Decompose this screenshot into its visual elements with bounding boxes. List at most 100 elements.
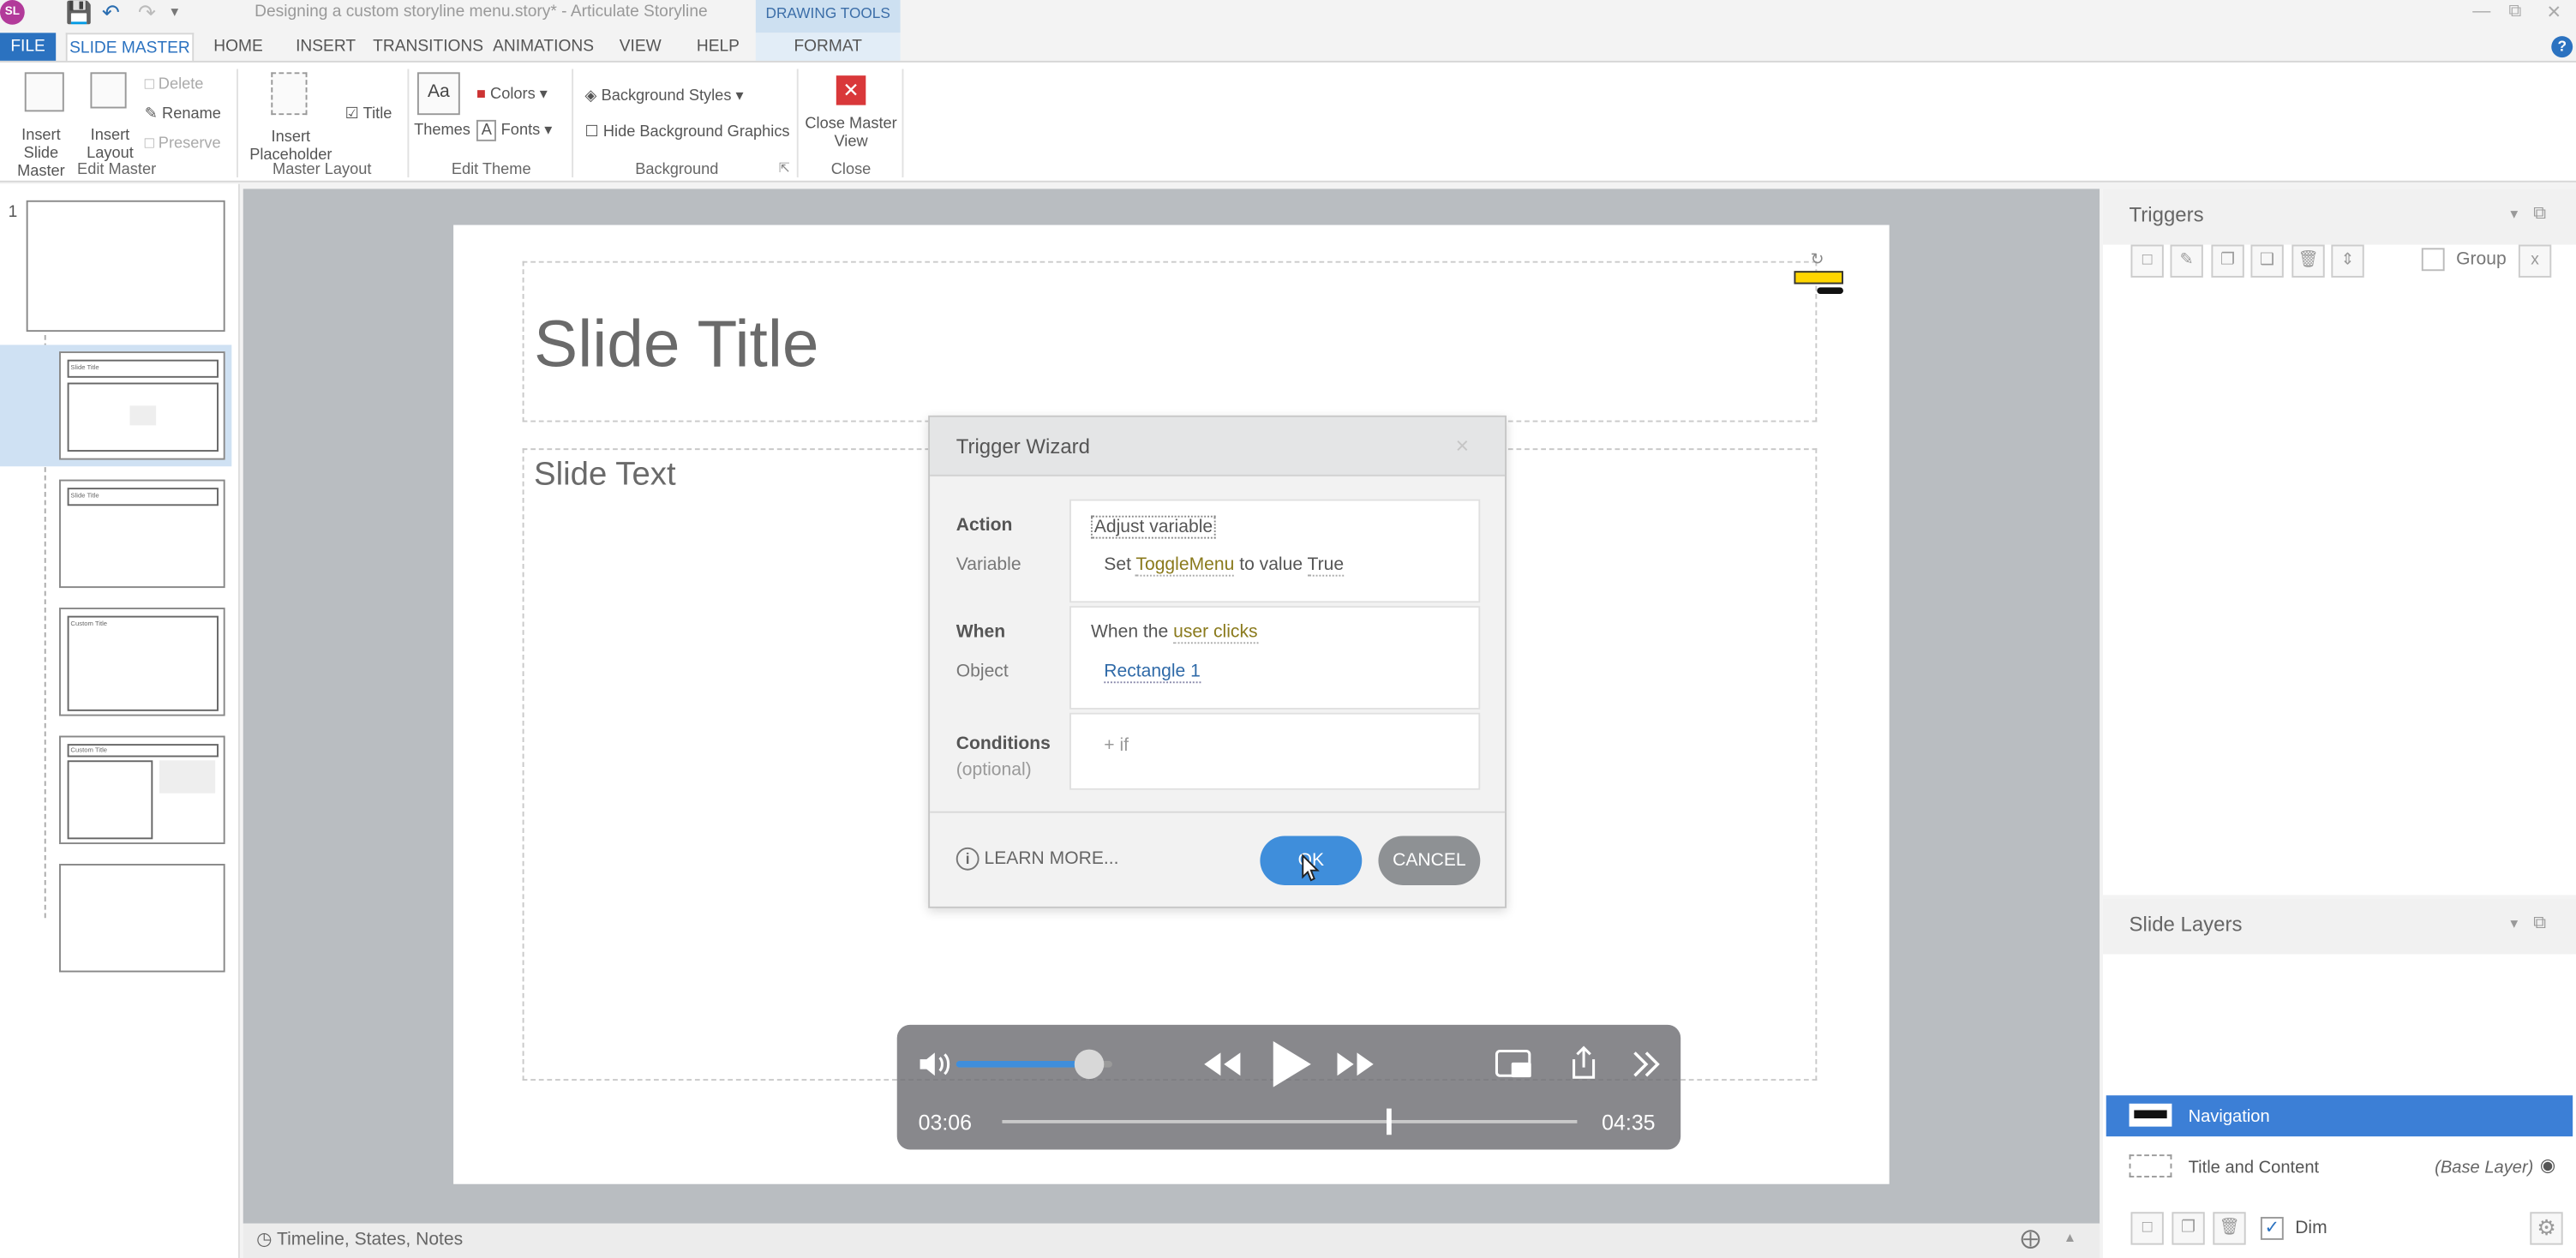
close-window-icon[interactable]: ✕ (2547, 2, 2562, 23)
delete-layer-icon[interactable]: 🗑 (2213, 1212, 2246, 1245)
undo-icon[interactable]: ↶ (102, 0, 120, 27)
restore-icon[interactable]: ⧉ (2508, 2, 2521, 23)
paste-trigger-icon[interactable]: ❑ (2250, 244, 2284, 278)
tab-format[interactable]: FORMAT (755, 33, 901, 63)
trigger-wizard-dialog: Trigger Wizard × Action Variable Adjust … (928, 415, 1507, 908)
master-thumbnail[interactable] (26, 200, 225, 332)
delete-button[interactable]: □ Delete (145, 75, 204, 95)
ribbon-divider (902, 69, 904, 177)
layout-thumbnail-title-content[interactable]: Slide Title (59, 351, 225, 460)
share-icon[interactable] (1567, 1045, 1600, 1081)
object-link[interactable]: Rectangle 1 (1104, 662, 1201, 684)
slide-title[interactable]: Slide Title (534, 309, 818, 382)
dialog-launcher-icon[interactable]: ⇱ (779, 161, 790, 176)
layer-row-navigation[interactable]: Navigation (2106, 1095, 2573, 1137)
layer-row-base[interactable]: Title and Content (Base Layer) ◉ (2106, 1147, 2573, 1188)
mouse-cursor-icon (1302, 854, 1320, 882)
thumb-title-box: Slide Title (67, 488, 219, 506)
learn-more-link[interactable]: i LEARN MORE... (956, 847, 1118, 871)
themes-button[interactable]: Aa Themes (414, 72, 470, 140)
rectangle-1-selection[interactable]: ↻ (1794, 251, 1843, 295)
tab-home[interactable]: HOME (213, 33, 263, 62)
tab-slide-master[interactable]: SLIDE MASTER (65, 33, 195, 63)
volume-knob[interactable] (1074, 1049, 1104, 1080)
action-select[interactable]: Adjust variable (1090, 515, 1216, 539)
play-icon[interactable] (1268, 1038, 1315, 1090)
add-condition-link[interactable]: + if (1104, 736, 1129, 756)
fast-forward-icon[interactable] (1334, 1048, 1377, 1081)
fit-to-window-icon[interactable]: ⨁ (2021, 1227, 2040, 1250)
duplicate-layer-icon[interactable]: ❐ (2172, 1212, 2205, 1245)
dialog-footer-divider (930, 811, 1506, 813)
new-layer-icon[interactable]: □ (2130, 1212, 2164, 1245)
fonts-button[interactable]: A Fonts ▾ (476, 119, 552, 141)
edit-trigger-icon[interactable]: ✎ (2170, 244, 2203, 278)
tab-animations[interactable]: ANIMATIONS (493, 33, 594, 62)
drawing-tools-header: DRAWING TOOLS (755, 0, 901, 33)
insert-layout-button[interactable]: Insert Layout (87, 72, 135, 163)
panel-float-icon[interactable]: ⧉ (2533, 914, 2546, 935)
layers-title: Slide Layers (2129, 913, 2243, 937)
more-chevrons-icon[interactable] (1630, 1050, 1662, 1079)
group-label-close: Close (830, 160, 872, 179)
volume-slider[interactable] (956, 1049, 1112, 1080)
customize-quick-access-icon[interactable]: ▾ (171, 0, 178, 27)
panel-menu-icon[interactable]: ▾ (2510, 206, 2518, 224)
redo-icon[interactable]: ↷ (138, 0, 156, 27)
save-icon[interactable]: 💾 (66, 0, 93, 27)
variable-name-link[interactable]: ToggleMenu (1135, 554, 1234, 577)
preserve-button[interactable]: □ Preserve (145, 135, 221, 154)
picture-in-picture-icon[interactable] (1495, 1048, 1535, 1081)
tab-file[interactable]: FILE (0, 33, 57, 63)
tab-insert[interactable]: INSERT (296, 33, 356, 62)
move-trigger-icon[interactable]: ⇕ (2331, 244, 2364, 278)
timeline-toggle[interactable]: ◷ Timeline, States, Notes (256, 1228, 463, 1249)
when-event-link[interactable]: user clicks (1173, 622, 1258, 644)
layout-thumbnail-custom[interactable]: Custom Title (59, 608, 225, 716)
timeline-icon: ◷ (256, 1230, 273, 1250)
tab-transitions[interactable]: TRANSITIONS (373, 33, 483, 62)
help-icon[interactable]: ? (2551, 36, 2573, 58)
variable-value-link[interactable]: True (1307, 554, 1344, 577)
copy-trigger-icon[interactable]: ❐ (2211, 244, 2244, 278)
hide-background-graphics-checkbox[interactable]: ☐ Hide Background Graphics (584, 123, 789, 143)
rename-button[interactable]: ✎ Rename (145, 105, 221, 125)
tab-view[interactable]: VIEW (620, 33, 662, 62)
rotate-handle-icon[interactable]: ↻ (1811, 251, 1824, 269)
volume-icon[interactable] (917, 1048, 953, 1081)
rewind-icon[interactable] (1201, 1048, 1243, 1081)
panel-float-icon[interactable]: ⧉ (2533, 204, 2546, 225)
fonts-icon: A (476, 119, 497, 141)
group-checkbox[interactable] (2421, 248, 2445, 272)
layer-settings-gear-icon[interactable]: ⚙ (2530, 1212, 2563, 1245)
group-label-edit-theme: Edit Theme (451, 160, 531, 179)
layers-header: Slide Layers ▾ ⧉ (2102, 898, 2576, 955)
colors-button[interactable]: ■ Colors ▾ (476, 86, 548, 105)
minimize-icon[interactable]: — (2472, 2, 2490, 21)
insert-placeholder-button[interactable]: Insert Placeholder (247, 72, 336, 165)
cancel-button[interactable]: CANCEL (1378, 836, 1481, 885)
layout-thumbnail-title-only[interactable]: Slide Title (59, 479, 225, 589)
visibility-eye-icon[interactable]: ◉ (2540, 1154, 2555, 1176)
delete-trigger-icon[interactable]: 🗑 (2291, 244, 2325, 278)
panel-menu-icon[interactable]: ▾ (2510, 914, 2518, 932)
tab-help[interactable]: HELP (697, 33, 740, 62)
close-master-view-button[interactable]: ✕ Close Master View (805, 75, 897, 151)
base-layer-tag: (Base Layer) (2435, 1158, 2534, 1178)
expand-panel-icon[interactable]: ▲ (2064, 1230, 2076, 1244)
dim-checkbox[interactable]: ✓ (2260, 1217, 2284, 1240)
variables-icon[interactable]: x (2518, 244, 2552, 278)
object-label: Object (956, 662, 1009, 682)
group-label: Group (2456, 249, 2507, 270)
title-checkbox[interactable]: ☑ Title (345, 105, 392, 125)
layout-thumbnail-two-content[interactable]: Custom Title (59, 735, 225, 845)
dialog-close-icon[interactable]: × (1456, 432, 1470, 458)
title-placeholder[interactable]: Slide Title (522, 261, 1818, 422)
progress-scrubber[interactable] (1386, 1108, 1391, 1135)
progress-bar[interactable] (1002, 1108, 1578, 1135)
slide-text[interactable]: Slide Text (534, 457, 676, 494)
layout-thumbnail-blank[interactable] (59, 864, 225, 973)
layer-name: Title and Content (2188, 1158, 2320, 1178)
new-trigger-icon[interactable]: □ (2130, 244, 2164, 278)
background-styles-button[interactable]: ◈ Background Styles ▾ (584, 87, 743, 107)
